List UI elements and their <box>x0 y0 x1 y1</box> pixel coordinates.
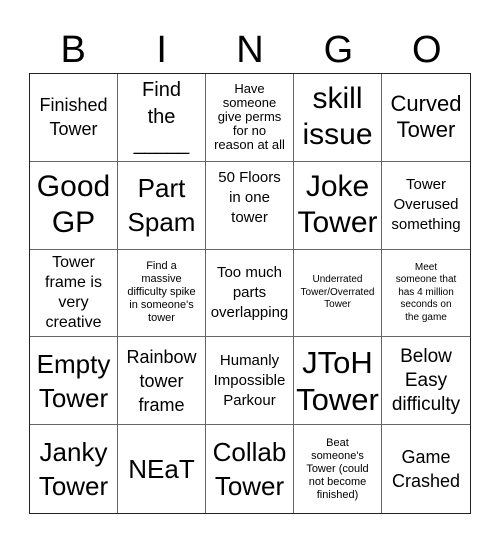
bingo-cell[interactable]: Part Spam <box>118 161 206 250</box>
bingo-cell[interactable]: Underrated Tower/Overrated Tower <box>294 249 382 338</box>
cell-text: Game Crashed <box>391 447 461 492</box>
bingo-cell[interactable]: Empty Tower <box>30 337 118 426</box>
cell-text: Janky Tower <box>38 437 109 502</box>
bingo-cell[interactable]: Finished Tower <box>30 74 118 162</box>
bingo-cell[interactable]: Game Crashed <box>382 425 470 513</box>
bingo-cell[interactable]: Good GP <box>30 161 118 250</box>
cell-text: Curved Tower <box>390 91 462 143</box>
bingo-cell[interactable]: Below Easy difficulty <box>382 337 470 426</box>
cell-text: Too much parts overlapping <box>210 263 289 321</box>
cell-text: Empty Tower <box>36 348 111 413</box>
bingo-cell[interactable]: Find a massive difficulty spike in someo… <box>118 249 206 338</box>
bingo-cell[interactable]: Have someone give perms for no reason at… <box>206 74 294 162</box>
cell-text: Part Spam <box>127 173 196 238</box>
bingo-cell[interactable]: Tower frame is very creative <box>30 249 118 338</box>
bingo-cell[interactable]: Collab Tower <box>206 425 294 513</box>
cell-text: Tower Overused something <box>391 176 461 234</box>
bingo-cell[interactable]: Joke Tower <box>294 161 382 250</box>
bingo-header: B I N G O <box>29 28 471 72</box>
bingo-cell[interactable]: Meet someone that has 4 million seconds … <box>382 250 470 338</box>
bingo-cell[interactable]: Find the _____ <box>118 74 206 162</box>
bingo-cell[interactable]: Too much parts overlapping <box>206 249 294 338</box>
bingo-cell[interactable]: NEaT <box>118 425 206 513</box>
cell-text: Underrated Tower/Overrated Tower <box>300 274 375 311</box>
cell-text: skill issue <box>302 82 373 152</box>
cell-text: Joke Tower <box>297 170 378 240</box>
cell-text: Good GP <box>36 170 111 240</box>
header-letter-g: G <box>323 29 354 71</box>
cell-text: Collab Tower <box>212 437 287 502</box>
cell-text: Meet someone that has 4 million seconds … <box>395 261 457 323</box>
cell-text: JToH Tower <box>296 344 379 417</box>
bingo-cell[interactable]: Rainbow tower frame <box>118 337 206 426</box>
cell-text: Beat someone's Tower (could not become f… <box>306 436 369 501</box>
cell-text: Finished Tower <box>39 95 108 140</box>
cell-text: Tower frame is very creative <box>45 253 102 331</box>
bingo-cell[interactable]: Janky Tower <box>30 425 118 513</box>
header-letter-b: B <box>60 29 86 71</box>
bingo-grid: Finished Tower Find the _____ Have someo… <box>29 73 471 514</box>
cell-text: Below Easy difficulty <box>391 345 461 415</box>
cell-text: Humanly Impossible Parkour <box>213 351 286 409</box>
bingo-cell[interactable]: Tower Overused something <box>382 162 470 250</box>
bingo-cell[interactable]: Beat someone's Tower (could not become f… <box>294 425 382 513</box>
cell-text: NEaT <box>128 454 195 485</box>
cell-text: 50 Floors in one tower <box>218 168 281 226</box>
header-letter-o: O <box>412 29 442 71</box>
bingo-cell[interactable]: skill issue <box>294 74 382 162</box>
bingo-cell[interactable]: Curved Tower <box>382 74 470 162</box>
cell-text: Find a massive difficulty spike in someo… <box>127 260 196 325</box>
bingo-cell[interactable]: Humanly Impossible Parkour <box>206 337 294 426</box>
cell-text: Have someone give perms for no reason at… <box>214 81 285 153</box>
header-letter-n: N <box>236 29 264 71</box>
bingo-cell[interactable]: 50 Floors in one tower <box>206 161 294 250</box>
bingo-cell[interactable]: JToH Tower <box>294 337 382 426</box>
cell-text: Rainbow tower frame <box>126 346 197 415</box>
cell-text: Find the _____ <box>133 78 190 155</box>
header-letter-i: I <box>156 29 167 71</box>
